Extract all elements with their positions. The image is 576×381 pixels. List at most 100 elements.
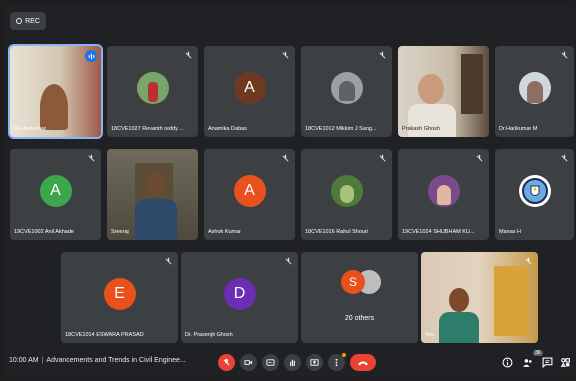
participant-name: Dr.Harikumar: [14, 126, 47, 132]
participant-tile-dr-harikumar[interactable]: Dr.Harikumar: [8, 44, 103, 139]
mic-off-icon: [223, 358, 230, 366]
participant-tile-others[interactable]: S 20 others: [301, 252, 418, 343]
avatar-photo-figure: [526, 80, 543, 103]
recording-indicator: REC: [10, 12, 46, 30]
participant-name: 18CVE1027 Revanth reddy ...: [111, 126, 185, 132]
participant-tile-ashok[interactable]: A Ashok Kumar: [204, 149, 295, 240]
raise-hand-icon: [290, 359, 295, 367]
person-shirt: [408, 104, 456, 137]
end-call-button[interactable]: [350, 354, 376, 371]
captions-icon: [266, 359, 275, 366]
bookshelf: [461, 54, 483, 114]
avatar-photo-figure: [338, 80, 355, 101]
participant-tile-eswara[interactable]: E 18CVE1014 ESWARA PRASAD: [61, 252, 178, 343]
avatar: [136, 71, 169, 104]
avatar-photo-figure: [436, 184, 451, 205]
bottom-toolbar: 10:00 AM | Advancements and Trends in Civi…: [4, 344, 574, 379]
wall-panel: [494, 266, 528, 336]
avatar: A: [233, 71, 266, 104]
camera-toggle-button[interactable]: [240, 354, 257, 371]
mic-toggle-button[interactable]: [218, 354, 235, 371]
person-silhouette: [40, 84, 68, 130]
participant-name: Ashok Kumar: [208, 229, 242, 235]
activities-icon: [560, 357, 570, 367]
avatar: E: [103, 277, 136, 310]
camera-icon: [244, 360, 253, 365]
participant-tile-shubham[interactable]: 19CVE1024 SHUBHAM KU...: [398, 149, 489, 240]
info-icon: [502, 357, 512, 367]
participant-tile-you[interactable]: You: [421, 252, 538, 343]
avatar: [518, 71, 551, 104]
participant-name: Anamika Dabas: [208, 126, 247, 132]
club-crest-icon: [521, 177, 548, 204]
avatar: A: [233, 174, 266, 207]
participant-name: Dr. Prasenjit Ghosh: [185, 332, 233, 338]
participant-tile-prakash[interactable]: Prakash Ghosh: [398, 46, 489, 137]
mic-off-icon: [476, 154, 483, 162]
avatar: [330, 71, 363, 104]
others-count: 20 others: [344, 315, 375, 322]
mic-off-icon: [561, 154, 568, 162]
people-icon: [522, 358, 532, 367]
mic-off-icon: [185, 51, 192, 59]
others-avatar-1: S: [341, 270, 365, 294]
person-shirt: [135, 199, 177, 240]
avatar-photo-figure: [147, 81, 158, 102]
end-call-icon: [358, 361, 368, 365]
participant-name: 18CVE1014 ESWARA PRASAD: [65, 332, 144, 338]
meeting-details-button[interactable]: [501, 356, 513, 368]
raise-hand-button[interactable]: [284, 354, 301, 371]
mic-off-icon: [282, 51, 289, 59]
present-icon: [310, 359, 319, 366]
participant-tile-anil[interactable]: A 19CVE1002 Anil Akhade: [10, 149, 101, 240]
participant-name: Sreeraj: [111, 229, 129, 235]
participant-tile-dr-harikumar-m[interactable]: Dr.Harikumar M: [495, 46, 574, 137]
chat-button[interactable]: [541, 356, 553, 368]
participant-name: 19CVE1002 Anil Akhade: [14, 229, 74, 235]
present-button[interactable]: [306, 354, 323, 371]
rec-label: REC: [25, 17, 40, 25]
mic-off-icon: [379, 51, 386, 59]
mic-off-icon: [165, 257, 172, 265]
activities-button[interactable]: [559, 356, 571, 368]
participant-name: Manas H: [499, 229, 522, 235]
mic-off-icon: [282, 154, 289, 162]
avatar: A: [39, 174, 72, 207]
avatar: [427, 174, 460, 207]
mic-off-icon: [525, 257, 532, 265]
people-button[interactable]: [521, 356, 533, 368]
more-options-button[interactable]: [328, 353, 346, 371]
person-head: [145, 171, 167, 197]
person-head: [418, 74, 444, 104]
record-icon: [16, 18, 23, 24]
meeting-stage: REC Dr.Harikumar 18CVE1027 Revanth reddy…: [4, 4, 574, 379]
mic-off-icon: [561, 51, 568, 59]
participant-name: 18CVE1012 Mikkim J Sang...: [305, 126, 377, 132]
notification-dot: [342, 353, 346, 357]
avatar: [330, 174, 363, 207]
participant-tile-prasenjit[interactable]: D Dr. Prasenjit Ghosh: [181, 252, 298, 343]
participant-name: 18CVE1016 Rahul Shouri: [305, 229, 368, 235]
meeting-title: Advancements and Trends in Civil Enginee…: [46, 357, 186, 364]
participant-name: 19CVE1024 SHUBHAM KU...: [402, 229, 475, 235]
avatar: [518, 174, 551, 207]
person-head: [449, 288, 469, 312]
chat-icon: [542, 357, 552, 368]
participant-tile-revanth[interactable]: 18CVE1027 Revanth reddy ...: [107, 46, 198, 137]
participant-tile-manas[interactable]: Manas H: [495, 149, 574, 240]
avatar-photo-figure: [339, 184, 354, 203]
participant-tile-mikkim[interactable]: 18CVE1012 Mikkim J Sang...: [301, 46, 392, 137]
participant-tile-anamika[interactable]: A Anamika Dabas: [204, 46, 295, 137]
mic-off-icon: [88, 154, 95, 162]
participant-name: Prakash Ghosh: [402, 126, 440, 132]
current-time: 10:00 AM: [9, 357, 39, 364]
mic-off-icon: [379, 154, 386, 162]
captions-button[interactable]: [262, 354, 279, 371]
more-vert-icon: [335, 358, 338, 367]
person-shirt: [439, 312, 479, 343]
mic-off-icon: [285, 257, 292, 265]
participant-tile-rahul[interactable]: 18CVE1016 Rahul Shouri: [301, 149, 392, 240]
participant-name: Dr.Harikumar M: [499, 126, 538, 132]
participant-name: You: [425, 332, 435, 338]
participant-tile-sreeraj[interactable]: Sreeraj: [107, 149, 198, 240]
